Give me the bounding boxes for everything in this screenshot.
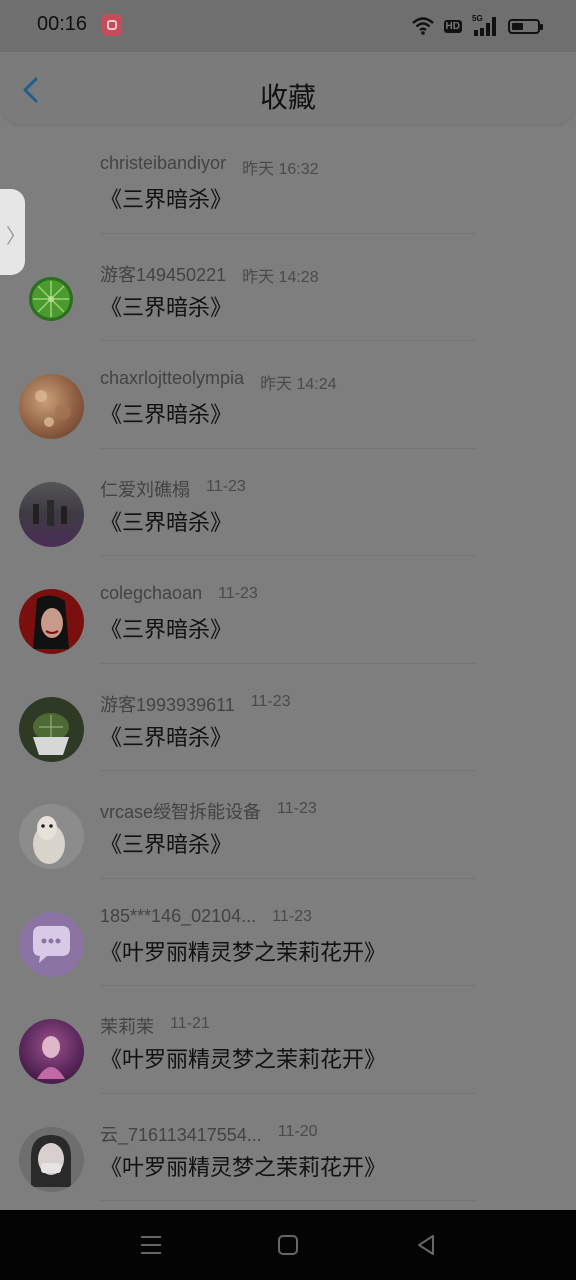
divider [100, 1200, 476, 1201]
avatar[interactable] [19, 696, 84, 762]
avatar[interactable] [19, 266, 84, 332]
item-title: 《三界暗杀》 [100, 187, 233, 212]
item-title: 《三界暗杀》 [100, 509, 233, 535]
item-user-name: vrcase绶智拆能设备 [100, 802, 262, 822]
item-time: 11-23 [206, 477, 246, 495]
item-user-name: 游客1993939611 [100, 694, 235, 715]
item-time: 昨天 14:28 [242, 268, 319, 286]
wifi-icon [411, 17, 434, 35]
home-square-icon[interactable] [275, 1232, 301, 1258]
list-item[interactable]: chaxrlojtteolympia 昨天 14:24 《三界暗杀》 [0, 341, 576, 449]
item-time: 昨天 16:32 [242, 161, 319, 178]
signal-5g-icon: 5G [472, 14, 498, 36]
item-title: 《三界暗杀》 [100, 832, 233, 857]
item-user-name: 仁爱刘礁榻 [100, 479, 190, 500]
item-time: 11-23 [277, 800, 317, 817]
list-item[interactable]: 茉莉茉 11-21 《叶罗丽精灵梦之茉莉花开》 [0, 986, 576, 1094]
list-item[interactable]: colegchaoan 11-23 《三界暗杀》 [0, 556, 576, 664]
item-user-name: colegchaoan [100, 583, 203, 603]
app-notification-icon [102, 14, 122, 36]
list-item[interactable]: vrcase绶智拆能设备 11-23 《三界暗杀》 [0, 771, 576, 879]
system-nav-bar [0, 1210, 576, 1280]
avatar[interactable] [19, 481, 84, 547]
battery-fill [512, 22, 523, 30]
menu-icon[interactable] [138, 1232, 164, 1258]
item-user-name: 185***146_02104... [100, 905, 257, 926]
avatar[interactable] [19, 804, 84, 869]
item-time: 昨天 14:24 [260, 376, 337, 393]
avatar[interactable] [19, 589, 84, 654]
item-user-name: 茉莉茉 [100, 1017, 154, 1037]
status-time: 00:16 [37, 13, 88, 35]
header: 收藏 [0, 52, 576, 124]
list-item[interactable]: 游客149450221 昨天 14:28 《三界暗杀》 [0, 234, 576, 341]
item-time: 11-21 [170, 1015, 210, 1032]
item-user-name: 云_716113417554... [100, 1124, 262, 1145]
item-time: 11-23 [218, 585, 258, 602]
item-time: 11-23 [272, 907, 312, 925]
hd-icon: HD [443, 19, 462, 33]
favorites-list: christeibandiyor 昨天 16:32 《三界暗杀》 游客149450… [0, 126, 576, 1201]
item-title: 《三界暗杀》 [100, 402, 233, 427]
item-title: 《三界暗杀》 [100, 617, 233, 642]
list-item[interactable]: 游客1993939611 11-23 《三界暗杀》 [0, 664, 576, 771]
status-bar: 00:16 HD 5G [0, 0, 576, 52]
avatar[interactable] [19, 374, 84, 439]
list-item[interactable]: 185***146_02104... 11-23 《叶罗丽精灵梦之茉莉花开》 [0, 879, 576, 986]
item-user-name: christeibandiyor [100, 153, 227, 173]
avatar[interactable] [19, 1019, 84, 1084]
item-title: 《叶罗丽精灵梦之茉莉花开》 [100, 1047, 387, 1072]
list-item[interactable]: christeibandiyor 昨天 16:32 《三界暗杀》 [0, 126, 576, 234]
battery-icon [508, 18, 543, 34]
item-title: 《三界暗杀》 [100, 294, 233, 320]
list-item[interactable]: 仁爱刘礁榻 11-23 《三界暗杀》 [0, 449, 576, 556]
back-triangle-icon[interactable] [413, 1232, 439, 1258]
item-user-name: 游客149450221 [100, 264, 227, 285]
avatar[interactable] [19, 1126, 84, 1192]
item-title: 《叶罗丽精灵梦之茉莉花开》 [100, 1154, 387, 1180]
signal-label: 5G [472, 14, 483, 23]
item-time: 11-23 [250, 692, 291, 710]
item-time: 11-20 [277, 1122, 318, 1140]
status-icons: HD 5G [411, 14, 543, 37]
item-title: 《叶罗丽精灵梦之茉莉花开》 [100, 939, 387, 965]
item-title: 《三界暗杀》 [100, 724, 233, 750]
page-title: 收藏 [259, 82, 316, 113]
item-user-name: chaxrlojtteolympia [100, 368, 245, 388]
list-item[interactable]: 云_716113417554... 11-20 《叶罗丽精灵梦之茉莉花开》 [0, 1094, 576, 1201]
avatar[interactable] [19, 911, 84, 977]
